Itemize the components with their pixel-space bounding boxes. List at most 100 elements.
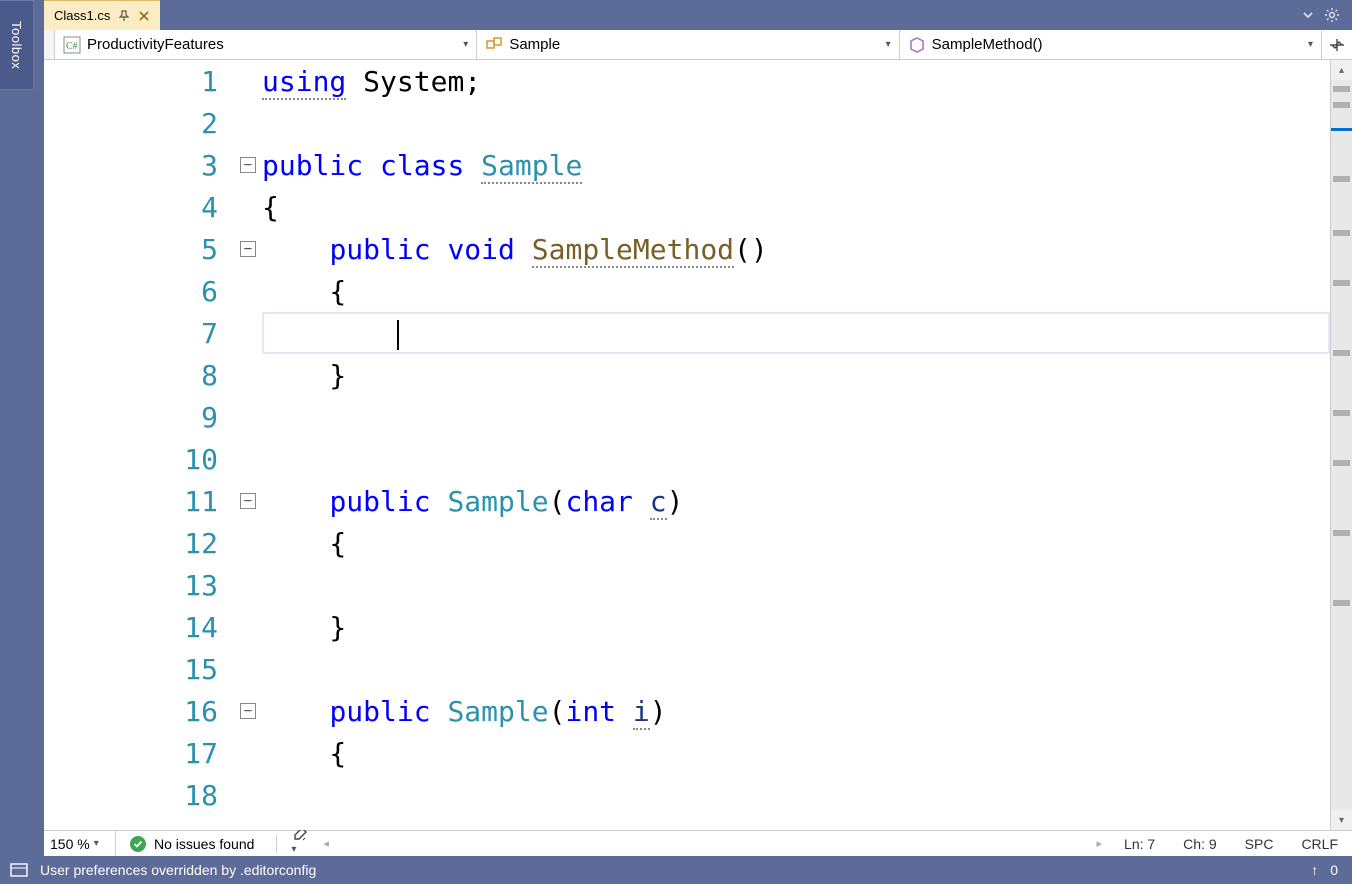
code-line[interactable]: 12 { <box>44 522 1330 564</box>
scroll-right-icon[interactable]: ▸ <box>1097 837 1103 850</box>
namespace-dropdown[interactable]: C# ProductivityFeatures ▾ <box>55 30 477 59</box>
notification-count[interactable]: 0 <box>1330 862 1342 878</box>
code-line[interactable]: 5− public void SampleMethod() <box>44 228 1330 270</box>
code-line[interactable]: 9 <box>44 396 1330 438</box>
document-tab-strip: Class1.cs <box>0 0 1352 30</box>
scroll-down-icon[interactable]: ▾ <box>1331 810 1352 830</box>
close-icon[interactable] <box>138 10 150 22</box>
column-indicator[interactable]: Ch: 9 <box>1169 836 1230 852</box>
collapse-icon[interactable]: − <box>240 241 256 257</box>
toolbox-tab[interactable]: Toolbox <box>0 0 34 90</box>
code-line[interactable]: 17 { <box>44 732 1330 774</box>
line-ending-mode[interactable]: CRLF <box>1287 836 1352 852</box>
line-number: 18 <box>44 779 234 812</box>
code-line[interactable]: 1 using System; <box>44 60 1330 102</box>
gear-icon[interactable] <box>1324 7 1340 23</box>
collapse-icon[interactable]: − <box>240 493 256 509</box>
line-number: 4 <box>44 191 234 224</box>
indent-mode[interactable]: SPC <box>1231 836 1288 852</box>
csharp-file-icon: C# <box>63 36 81 54</box>
member-dropdown[interactable]: SampleMethod() ▾ <box>900 30 1322 59</box>
fold-gutter[interactable]: − <box>234 157 262 173</box>
status-message: User preferences overridden by .editorco… <box>40 862 316 878</box>
editor-status-bar: 150 % ▾ No issues found ▾ ◂ ▸ Ln: 7 Ch: … <box>44 830 1352 856</box>
horizontal-scrollbar[interactable]: ◂ ▸ <box>315 837 1110 850</box>
code-content[interactable]: } <box>262 611 1330 644</box>
line-number: 8 <box>44 359 234 392</box>
code-line[interactable]: 14 } <box>44 606 1330 648</box>
code-content[interactable]: public void SampleMethod() <box>262 233 1330 266</box>
code-content[interactable]: { <box>262 275 1330 308</box>
code-line[interactable]: 2 <box>44 102 1330 144</box>
zoom-value: 150 % <box>50 836 90 852</box>
code-content[interactable]: { <box>262 527 1330 560</box>
code-line[interactable]: 15 <box>44 648 1330 690</box>
code-line[interactable]: 4{ <box>44 186 1330 228</box>
code-line[interactable]: 6 { <box>44 270 1330 312</box>
code-content[interactable]: public class Sample <box>262 149 1330 182</box>
check-circle-icon <box>130 836 146 852</box>
class-label: Sample <box>509 36 879 53</box>
line-number: 17 <box>44 737 234 770</box>
chevron-down-icon: ▾ <box>1308 39 1313 50</box>
class-icon <box>485 36 503 54</box>
line-number: 7 <box>44 317 234 350</box>
code-line[interactable]: 3−public class Sample <box>44 144 1330 186</box>
document-tab-active[interactable]: Class1.cs <box>44 0 160 30</box>
code-content[interactable]: { <box>262 737 1330 770</box>
overview-track[interactable] <box>1331 80 1352 810</box>
code-content[interactable] <box>262 317 1330 350</box>
line-number: 16 <box>44 695 234 728</box>
line-number: 2 <box>44 107 234 140</box>
error-summary[interactable]: No issues found <box>116 836 268 852</box>
line-number: 5 <box>44 233 234 266</box>
code-content[interactable]: public Sample(int i) <box>262 695 1330 728</box>
active-files-dropdown-icon[interactable] <box>1302 9 1314 21</box>
code-line[interactable]: 8 } <box>44 354 1330 396</box>
line-number: 3 <box>44 149 234 182</box>
navigation-bar: C# ProductivityFeatures ▾ Sample ▾ Sampl… <box>44 30 1352 60</box>
line-number: 10 <box>44 443 234 476</box>
code-line[interactable]: 10 <box>44 438 1330 480</box>
pin-icon[interactable] <box>118 10 130 22</box>
code-content[interactable]: { <box>262 191 1330 224</box>
tab-label: Class1.cs <box>54 8 110 23</box>
zoom-dropdown[interactable]: 150 % ▾ <box>44 831 116 856</box>
line-number: 14 <box>44 611 234 644</box>
line-number: 13 <box>44 569 234 602</box>
collapse-icon[interactable]: − <box>240 703 256 719</box>
issues-text: No issues found <box>154 836 254 852</box>
code-content[interactable]: using System; <box>262 65 1330 98</box>
class-dropdown[interactable]: Sample ▾ <box>477 30 899 59</box>
fold-gutter[interactable]: − <box>234 703 262 719</box>
divider <box>276 835 277 853</box>
scroll-left-icon[interactable]: ◂ <box>323 837 329 850</box>
line-number: 6 <box>44 275 234 308</box>
split-window-button[interactable] <box>1322 30 1352 59</box>
overview-ruler[interactable]: ▴ ▾ <box>1330 60 1352 830</box>
line-number: 11 <box>44 485 234 518</box>
code-line[interactable]: 7 <box>44 312 1330 354</box>
code-line[interactable]: 13 <box>44 564 1330 606</box>
publish-icon[interactable]: ↑ <box>1311 862 1318 878</box>
svg-text:C#: C# <box>66 41 78 52</box>
code-line[interactable]: 18 <box>44 774 1330 816</box>
chevron-down-icon: ▾ <box>94 838 99 849</box>
nav-left-gap <box>44 30 55 59</box>
method-icon <box>908 36 926 54</box>
code-editor[interactable]: 1using System;23−public class Sample4{5−… <box>44 60 1352 830</box>
code-line[interactable]: 16− public Sample(int i) <box>44 690 1330 732</box>
chevron-down-icon: ▾ <box>463 39 468 50</box>
line-number: 1 <box>44 65 234 98</box>
code-content[interactable]: public Sample(char c) <box>262 485 1330 518</box>
member-label: SampleMethod() <box>932 36 1302 53</box>
scroll-up-icon[interactable]: ▴ <box>1331 60 1352 80</box>
namespace-label: ProductivityFeatures <box>87 36 457 53</box>
fold-gutter[interactable]: − <box>234 241 262 257</box>
code-content[interactable]: } <box>262 359 1330 392</box>
collapse-icon[interactable]: − <box>240 157 256 173</box>
line-indicator[interactable]: Ln: 7 <box>1110 836 1169 852</box>
app-status-bar: User preferences overridden by .editorco… <box>0 856 1352 884</box>
code-line[interactable]: 11− public Sample(char c) <box>44 480 1330 522</box>
fold-gutter[interactable]: − <box>234 493 262 509</box>
